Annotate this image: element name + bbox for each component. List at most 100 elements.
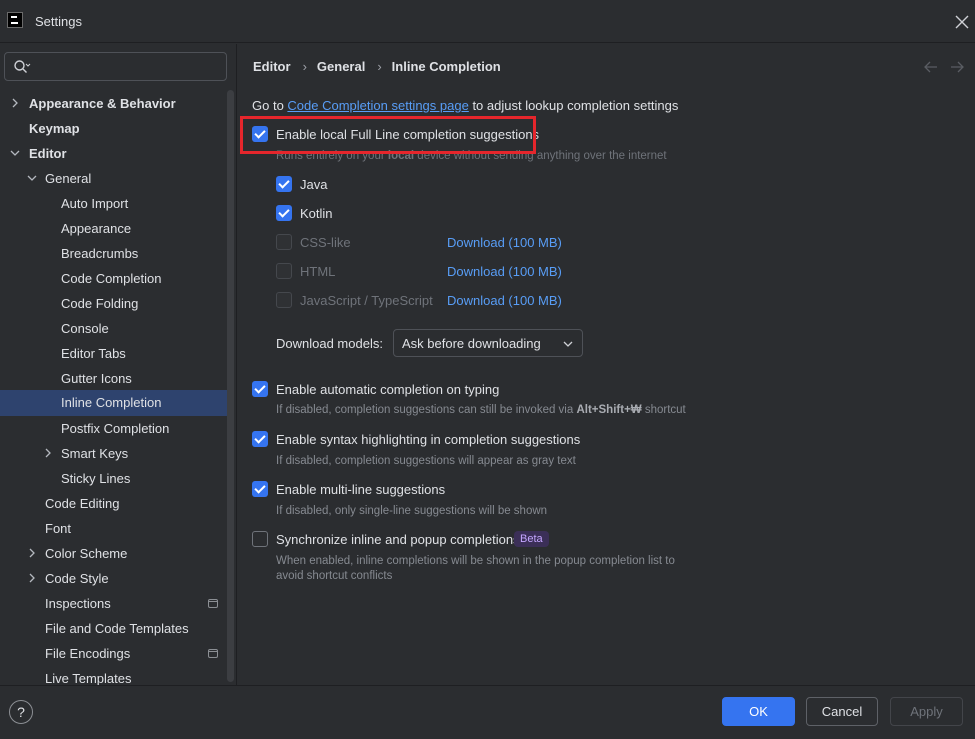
sidebar-item-label: Code Completion — [61, 271, 162, 286]
java-label: Java — [300, 177, 328, 192]
sidebar-item-label: Appearance — [61, 221, 132, 236]
automatic-completion-label: Enable automatic completion on typing — [276, 382, 500, 397]
sidebar-item-label: Gutter Icons — [61, 371, 132, 386]
sidebar-item-inspections[interactable]: Inspections — [0, 591, 228, 616]
multi-line-checkbox[interactable] — [252, 481, 268, 497]
breadcrumb-item[interactable]: Editor — [253, 59, 291, 74]
syntax-highlighting-hint: If disabled, completion suggestions will… — [276, 455, 576, 467]
sidebar-item-label: General — [45, 171, 92, 186]
hint-text: If disabled, completion suggestions can … — [276, 404, 574, 416]
sidebar-item-appearance[interactable]: Appearance — [0, 216, 228, 241]
sidebar-item-label: Live Templates — [45, 671, 132, 685]
css-like-download-link[interactable]: Download (100 MB) — [447, 235, 562, 250]
java-checkbox[interactable] — [276, 176, 292, 192]
javascript-typescript-label: JavaScript / TypeScript — [300, 293, 433, 308]
sidebar-item-smart-keys[interactable]: Smart Keys — [0, 441, 228, 466]
javascript-typescript-download-link[interactable]: Download (100 MB) — [447, 293, 562, 308]
sidebar-item-editor-tabs[interactable]: Editor Tabs — [0, 341, 228, 366]
sidebar-item-label: Inline Completion — [61, 395, 162, 410]
sidebar-item-label: Sticky Lines — [61, 471, 131, 486]
sidebar-item-breadcrumbs[interactable]: Breadcrumbs — [0, 241, 228, 266]
shortcut-text: Alt+Shift+₩ — [576, 404, 642, 416]
chevron-right-icon[interactable] — [26, 572, 38, 584]
html-checkbox[interactable] — [276, 263, 292, 279]
apply-button[interactable]: Apply — [890, 697, 963, 726]
css-like-checkbox[interactable] — [276, 234, 292, 250]
search-box[interactable] — [4, 52, 227, 81]
forward-arrow-icon[interactable] — [949, 60, 965, 74]
search-input[interactable] — [37, 57, 217, 77]
sidebar-item-label: Editor Tabs — [61, 346, 126, 361]
sidebar-item-label: Inspections — [45, 596, 111, 611]
sidebar-item-font[interactable]: Font — [0, 516, 228, 541]
css-like-label: CSS-like — [300, 235, 351, 250]
sidebar-item-auto-import[interactable]: Auto Import — [0, 191, 228, 216]
sidebar-item-general[interactable]: General — [0, 166, 228, 191]
synchronize-completions-label: Synchronize inline and popup completions — [276, 532, 520, 547]
ok-button[interactable]: OK — [722, 697, 795, 726]
sidebar-item-editor[interactable]: Editor — [0, 141, 228, 166]
sidebar-item-gutter-icons[interactable]: Gutter Icons — [0, 366, 228, 391]
chevron-right-icon[interactable] — [42, 447, 54, 459]
goto-suffix: to adjust lookup completion settings — [472, 98, 679, 113]
sidebar-item-label: File Encodings — [45, 646, 131, 661]
synchronize-completions-hint-line2: avoid shortcut conflicts — [276, 570, 393, 582]
sidebar-item-sticky-lines[interactable]: Sticky Lines — [0, 466, 228, 491]
sidebar-item-keymap[interactable]: Keymap — [0, 116, 228, 141]
intellij-logo-icon — [7, 12, 23, 28]
chevron-right-icon[interactable] — [26, 547, 38, 559]
sidebar-item-label: Font — [45, 521, 72, 536]
help-button[interactable]: ? — [9, 700, 33, 724]
sidebar-item-label: Console — [61, 321, 109, 336]
chevron-right-icon[interactable] — [9, 97, 21, 109]
sidebar-item-label: File and Code Templates — [45, 621, 189, 636]
sidebar-item-label: Color Scheme — [45, 546, 128, 561]
javascript-typescript-checkbox[interactable] — [276, 292, 292, 308]
automatic-completion-checkbox[interactable] — [252, 381, 268, 397]
sidebar-item-appearance-behavior[interactable]: Appearance & Behavior — [0, 91, 228, 116]
download-models-select[interactable]: Ask before downloading — [393, 329, 583, 357]
sidebar-item-label: Appearance & Behavior — [29, 96, 176, 111]
beta-badge: Beta — [514, 531, 549, 547]
sidebar-item-postfix-completion[interactable]: Postfix Completion — [0, 416, 228, 441]
chevron-down-icon[interactable] — [9, 147, 21, 159]
sidebar-item-color-scheme[interactable]: Color Scheme — [0, 541, 228, 566]
syntax-highlighting-checkbox[interactable] — [252, 431, 268, 447]
chevron-right-icon: › — [302, 59, 307, 74]
search-icon — [14, 60, 31, 73]
download-models-value: Ask before downloading — [402, 336, 541, 351]
window-title: Settings — [35, 14, 82, 29]
sidebar-item-live-templates[interactable]: Live Templates — [0, 666, 228, 685]
sidebar-item-label: Smart Keys — [61, 446, 129, 461]
sidebar-item-code-folding[interactable]: Code Folding — [0, 291, 228, 316]
close-icon[interactable] — [952, 12, 972, 32]
sidebar-item-label: Auto Import — [61, 196, 129, 211]
sidebar-item-code-completion[interactable]: Code Completion — [0, 266, 228, 291]
sidebar-item-code-style[interactable]: Code Style — [0, 566, 228, 591]
goto-prefix: Go to — [252, 98, 284, 113]
html-label: HTML — [300, 264, 336, 279]
sidebar-item-code-editing[interactable]: Code Editing — [0, 491, 228, 516]
highlight-box — [240, 116, 536, 154]
sidebar-item-inline-completion[interactable]: Inline Completion — [0, 390, 228, 416]
kotlin-label: Kotlin — [300, 206, 333, 221]
chevron-right-icon: › — [377, 59, 382, 74]
sidebar-scrollbar[interactable] — [227, 90, 234, 682]
sidebar-item-console[interactable]: Console — [0, 316, 228, 341]
sidebar-item-file-and-code-templates[interactable]: File and Code Templates — [0, 616, 228, 641]
multi-line-hint: If disabled, only single-line suggestion… — [276, 505, 548, 517]
html-download-link[interactable]: Download (100 MB) — [447, 264, 562, 279]
kotlin-checkbox[interactable] — [276, 205, 292, 221]
chevron-down-icon[interactable] — [26, 172, 38, 184]
code-completion-settings-link[interactable]: Code Completion settings page — [287, 98, 468, 113]
back-arrow-icon[interactable] — [923, 60, 939, 74]
breadcrumb-item[interactable]: General — [317, 59, 365, 74]
sidebar-item-label: Breadcrumbs — [61, 246, 139, 261]
sidebar-item-label: Keymap — [29, 121, 80, 136]
synchronize-completions-checkbox[interactable] — [252, 531, 268, 547]
breadcrumb-item: Inline Completion — [391, 59, 501, 74]
sidebar-item-label: Editor — [29, 146, 67, 161]
settings-scope-icon — [208, 649, 218, 658]
sidebar-item-file-encodings[interactable]: File Encodings — [0, 641, 228, 666]
cancel-button[interactable]: Cancel — [806, 697, 878, 726]
